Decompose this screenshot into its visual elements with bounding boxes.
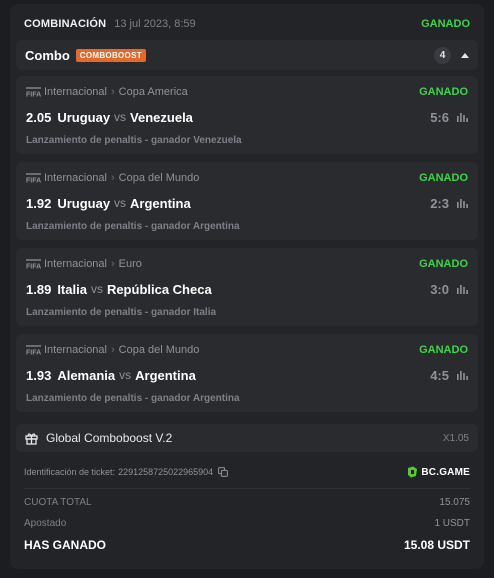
combo-title: Combo [25, 47, 70, 63]
away-team: Venezuela [130, 109, 193, 125]
slip-type: COMBINACIÓN [24, 18, 107, 30]
total-odds-label: CUOTA TOTAL [24, 496, 92, 508]
fifa-icon: FIFA [26, 259, 41, 269]
winnings-value: 15.08 USDT [403, 538, 470, 552]
bet-odds: 1.89 [26, 281, 52, 297]
svg-text:FIFA: FIFA [26, 350, 41, 356]
bet-market: Lanzamiento de penaltis - ganador Venezu… [26, 135, 242, 146]
stats-icon[interactable] [457, 112, 468, 122]
stats-icon[interactable] [457, 370, 468, 380]
away-team: República Checa [106, 281, 212, 297]
stats-icon[interactable] [457, 198, 468, 208]
bet-slip-card: COMBINACIÓN 13 jul 2023, 8:59 GANADO Com… [10, 4, 484, 569]
ticket-row: Identificación de ticket: 22912587250229… [24, 465, 470, 479]
competition-name: Euro [118, 258, 142, 270]
fifa-icon: FIFA [26, 87, 41, 97]
final-score: 4:5 [430, 367, 449, 383]
bcgame-logo-icon [408, 466, 418, 478]
stake-value: 1 USDT [434, 517, 470, 529]
vs-label: vs [114, 110, 127, 124]
separator-icon: › [111, 258, 115, 270]
slip-status: GANADO [421, 18, 470, 30]
bet-status: GANADO [419, 172, 468, 184]
competition-name: Copa del Mundo [118, 344, 200, 356]
svg-text:FIFA: FIFA [26, 264, 41, 270]
comboboost-row: Global Comboboost V.2 X1.05 [16, 424, 478, 452]
bet-status: GANADO [419, 258, 468, 270]
competition-name: Copa del Mundo [118, 172, 200, 184]
league-name: Internacional [44, 344, 107, 356]
gift-icon [25, 432, 38, 445]
brand-name: BC.GAME [421, 466, 470, 478]
home-team: Uruguay [57, 195, 111, 211]
fifa-icon: FIFA [26, 345, 41, 355]
league-name: Internacional [44, 258, 107, 270]
bet-card[interactable]: FIFA Internacional › Copa del Mundo GANA… [16, 334, 478, 412]
slip-header: COMBINACIÓN 13 jul 2023, 8:59 GANADO [24, 13, 470, 35]
bet-status: GANADO [419, 344, 468, 356]
vs-label: vs [119, 368, 132, 382]
bet-status: GANADO [419, 86, 468, 98]
home-team: Uruguay [57, 109, 111, 125]
separator-icon: › [111, 86, 115, 98]
final-score: 5:6 [430, 109, 449, 125]
svg-text:FIFA: FIFA [26, 92, 41, 98]
ticket-label: Identificación de ticket: [24, 467, 116, 477]
winnings-label: HAS GANADO [24, 538, 107, 552]
stats-icon[interactable] [457, 284, 468, 294]
competition-name: Copa America [118, 86, 188, 98]
final-score: 2:3 [430, 195, 449, 211]
copy-icon[interactable] [218, 467, 229, 477]
bet-odds: 1.92 [26, 195, 52, 211]
slip-date: 13 jul 2023, 8:59 [114, 18, 196, 30]
selection-count: 4 [434, 46, 451, 64]
comboboost-multiplier: X1.05 [442, 432, 469, 444]
league-name: Internacional [44, 86, 107, 98]
bet-market: Lanzamiento de penaltis - ganador Argent… [26, 393, 240, 404]
away-team: Argentina [135, 367, 196, 383]
combo-toggle[interactable]: Combo COMBOBOOST 4 [16, 40, 478, 70]
svg-text:FIFA: FIFA [26, 178, 41, 184]
total-odds-row: CUOTA TOTAL 15.075 [24, 495, 470, 509]
bet-card[interactable]: FIFA Internacional › Euro GANADO 1.89 It… [16, 248, 478, 326]
vs-label: vs [90, 282, 103, 296]
vs-label: vs [114, 196, 127, 210]
brand-logo: BC.GAME [407, 466, 470, 478]
final-score: 3:0 [430, 281, 449, 297]
divider [24, 488, 470, 489]
chevron-up-icon[interactable] [461, 52, 469, 58]
comboboost-badge: COMBOBOOST [75, 48, 146, 62]
total-odds-value: 15.075 [439, 496, 470, 508]
bet-odds: 1.93 [26, 367, 52, 383]
ticket-id: 2291258725022965904 [118, 467, 214, 477]
separator-icon: › [111, 344, 115, 356]
home-team: Italia [57, 281, 87, 297]
away-team: Argentina [130, 195, 191, 211]
league-name: Internacional [44, 172, 107, 184]
fifa-icon: FIFA [26, 173, 41, 183]
bet-market: Lanzamiento de penaltis - ganador Argent… [26, 221, 240, 232]
stake-label: Apostado [24, 517, 67, 529]
winnings-row: HAS GANADO 15.08 USDT [24, 536, 470, 554]
bet-card[interactable]: FIFA Internacional › Copa del Mundo GANA… [16, 162, 478, 240]
stake-row: Apostado 1 USDT [24, 516, 470, 530]
comboboost-label: Global Comboboost V.2 [46, 431, 173, 445]
bet-card[interactable]: FIFA Internacional › Copa America GANADO… [16, 76, 478, 154]
home-team: Alemania [57, 367, 116, 383]
bet-market: Lanzamiento de penaltis - ganador Italia [26, 307, 217, 318]
separator-icon: › [111, 172, 115, 184]
bet-odds: 2.05 [26, 109, 52, 125]
